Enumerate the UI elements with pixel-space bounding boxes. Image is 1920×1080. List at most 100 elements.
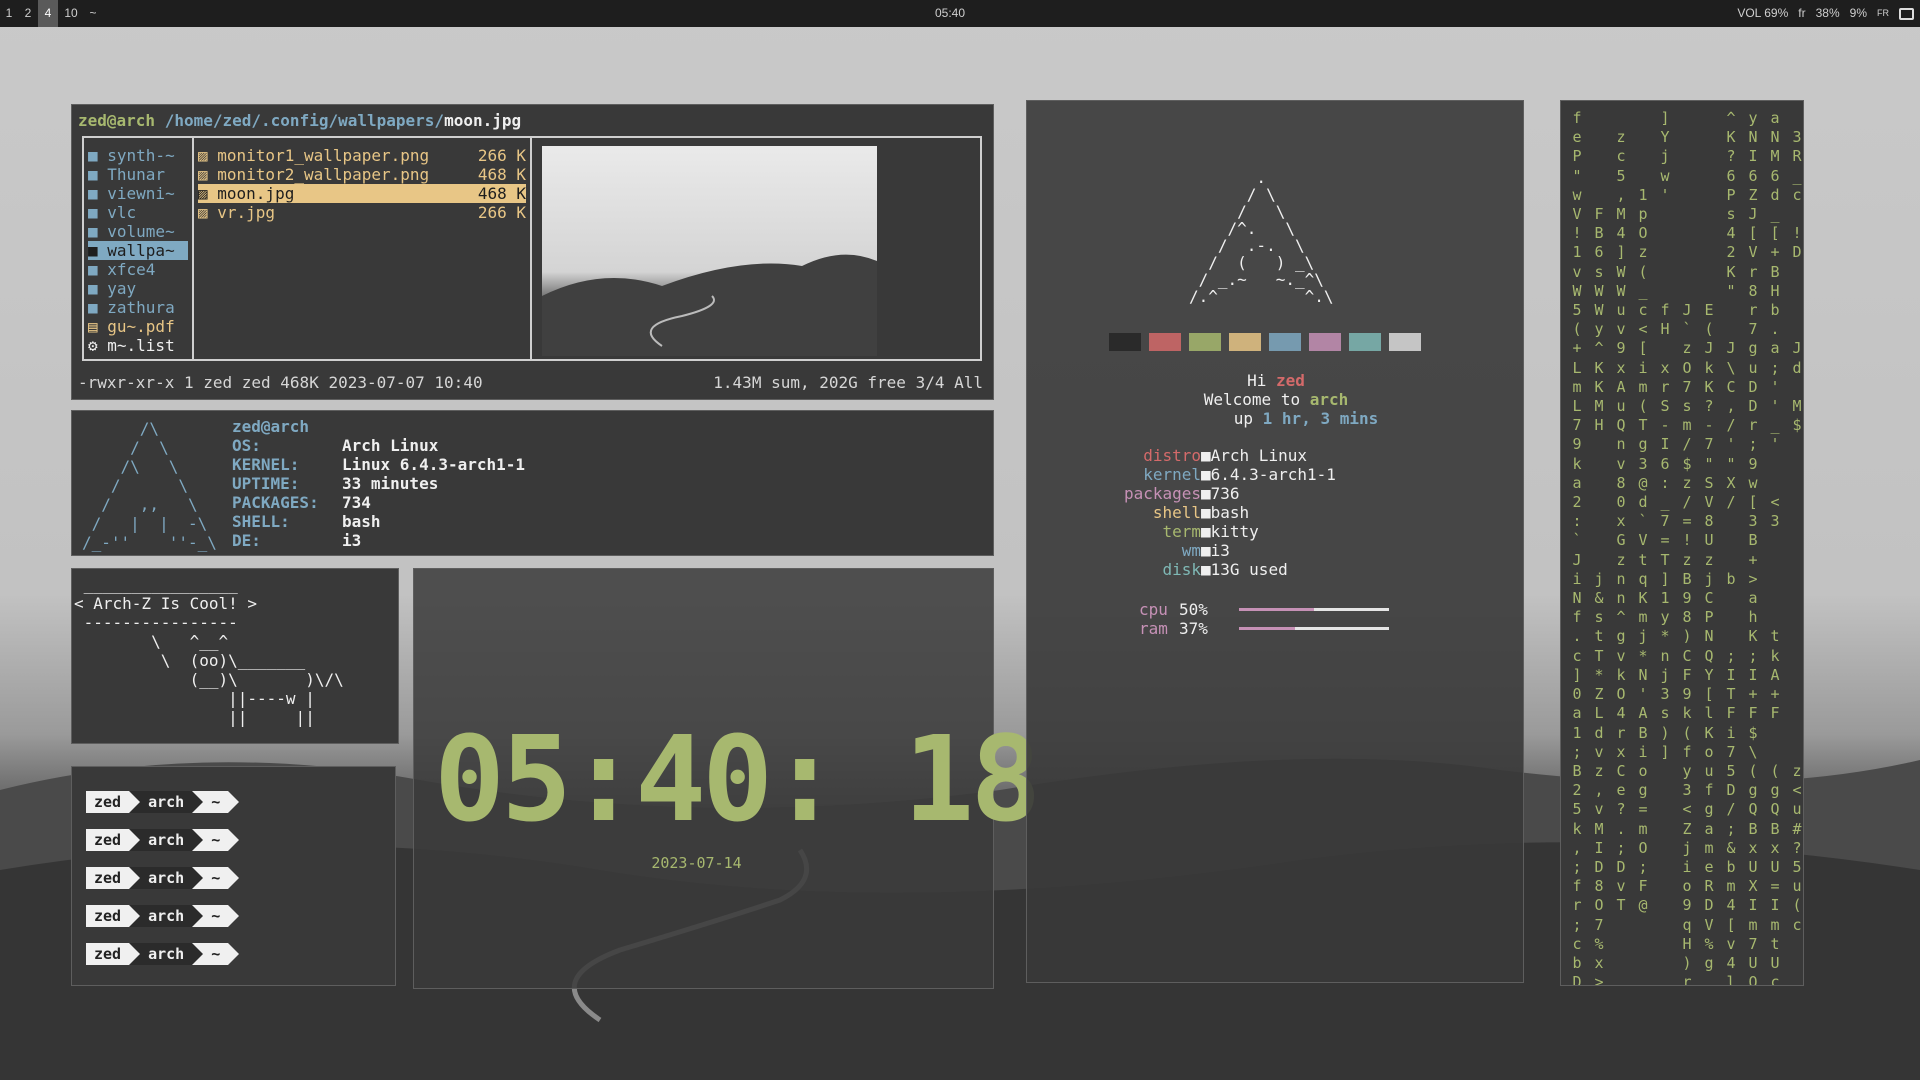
fetch-greeting: Hi zed Welcome to arch up 1 hr, 3 mins (1203, 371, 1379, 428)
fetch-info-value: bash (1210, 503, 1250, 522)
workspace-4[interactable]: 4 (38, 0, 58, 27)
dir-item[interactable]: ■ volume~ (88, 222, 188, 241)
fm-columns: ■ synth-~ ■ Thunar ■ viewni~ ■ vlc ■ vol… (82, 136, 982, 361)
volume-indicator[interactable]: VOL 69% (1737, 0, 1788, 27)
palette-swatch (1229, 333, 1261, 351)
status-area: VOL 69% fr 38% 9% FR (1737, 0, 1914, 27)
fetch-info-value: 13G used (1210, 560, 1288, 579)
neofetch-window[interactable]: /\ / \ /\ \ / \ / ,, \ / | | -\ /_-'' ''… (71, 410, 994, 556)
file-item[interactable]: ▤ gu~.pdf (88, 317, 188, 336)
fetch-info-key: disk (1162, 560, 1201, 579)
dir-item[interactable]: ■ synth-~ (88, 146, 188, 165)
workspace-1[interactable]: 1 (0, 0, 18, 27)
matrix-column: 1 p O z ( _ c < [ i m ( T g 3 @ d ` V t … (1638, 185, 1648, 915)
matrix-column: a N M 6 d _ [ + B H b . a ; ' ' _ ' < 3 … (1770, 109, 1780, 986)
fetch-info-value: kitty (1210, 522, 1259, 541)
fetch-info-row: term ■ kitty (1087, 522, 1336, 541)
fetch-info-value: Arch Linux (1210, 446, 1307, 465)
fetch-info-row: distro ■ Arch Linux (1087, 446, 1336, 465)
fetch-info-row: shell ■ bash (1087, 503, 1336, 522)
ram-bar (1239, 627, 1389, 630)
fm-path: zed@arch /home/zed/.config/wallpapers/mo… (78, 111, 522, 130)
cowsay-text: ________________ < Arch-Z Is Cool! > ---… (74, 575, 344, 727)
matrix-column: J ` z O 7 s m / $ z / = ! z B 9 8 ) C F … (1682, 301, 1692, 986)
big-clock-date: 2023-07-14 (651, 854, 742, 872)
bullet-square-icon: ■ (1201, 560, 1211, 579)
fetch-info-row: wm ■ i3 (1087, 541, 1336, 560)
cowsay-window[interactable]: ________________ < Arch-Z Is Cool! > ---… (71, 568, 399, 744)
fetch-info-row: disk ■ 13G used (1087, 560, 1336, 579)
palette-swatch (1269, 333, 1301, 351)
dir-item[interactable]: ■ xfce4 (88, 260, 188, 279)
workspace-home[interactable]: ~ (84, 0, 102, 27)
cpu-bar (1239, 608, 1389, 611)
bullet-square-icon: ■ (1201, 465, 1211, 484)
fetch-info-value: i3 (1210, 541, 1230, 560)
matrix-column: ^ K ? 6 P s 4 2 K " J \ C , / ' " X / b … (1726, 109, 1736, 986)
palette-swatch (1349, 333, 1381, 351)
prompt-line: zed arch ~ (86, 791, 240, 813)
bullet-square-icon: ■ (1201, 522, 1211, 541)
fetch-info-value: 6.4.3-arch1-1 (1210, 465, 1336, 484)
fetch-info-value: 736 (1210, 484, 1240, 503)
workspace-2[interactable]: 2 (18, 0, 38, 27)
prompt-line: zed arch ~ (86, 867, 240, 889)
keyboard-layout: fr (1798, 6, 1806, 20)
prompt-line: zed arch ~ (86, 905, 240, 927)
fetch-info-key: shell (1152, 503, 1201, 522)
matrix-column: y N I 6 Z J [ V r 8 r 7 g u D D r ; 9 w … (1748, 109, 1758, 986)
dir-item-selected[interactable]: ■ wallpa~ (88, 241, 188, 260)
fetch-info-key: kernel (1143, 465, 1201, 484)
palette-swatch (1309, 333, 1341, 351)
prompt-line: zed arch ~ (86, 943, 240, 965)
battery-indicator: 38% (1815, 6, 1840, 20)
arch-logo-ascii: /\ / \ /\ \ / \ / ,, \ / | | -\ /_-'' ''… (82, 419, 217, 552)
lang-indicator: FR (1877, 8, 1889, 18)
fetch-info-row: packages ■ 736 (1087, 484, 1336, 503)
bar-clock: 05:40 (935, 6, 966, 20)
matrix-column: z c 5 , M 4 ] W W u v 9 x A u Q n v 8 0 … (1616, 128, 1626, 915)
fetch-info-key: distro (1143, 446, 1201, 465)
palette-swatch (1189, 333, 1221, 351)
palette-swatch (1109, 333, 1141, 351)
fetch-window[interactable]: . / \ / \ /^. \ / .-. \ / ( ) _\ / _.~ ~… (1026, 100, 1524, 983)
fetch-info-key: term (1162, 522, 1201, 541)
fetch-info-key: packages (1123, 484, 1201, 503)
file-row[interactable]: ▨ vr.jpg 266 K (198, 203, 526, 222)
dir-item[interactable]: ■ vlc (88, 203, 188, 222)
tray-monitor-icon[interactable] (1899, 7, 1914, 20)
cmatrix-window[interactable]: f e P " w V ! 1 v W 5 ( + L m L 7 9 k a … (1560, 100, 1804, 986)
dir-item[interactable]: ■ zathura (88, 298, 188, 317)
resource-bars: cpu 50% ram 37% (1139, 600, 1389, 638)
matrix-column: f e P " w V ! 1 v W 5 ( + L m L 7 9 k a … (1572, 109, 1582, 986)
terminal-prompts-window[interactable]: zed arch ~ zed arch ~ zed arch ~ zed arc… (71, 766, 396, 986)
prompt-line: zed arch ~ (86, 829, 240, 851)
matrix-column: 3 R _ c ! D J d M $ z < u # ? 5 u ( c (1792, 128, 1802, 934)
file-manager-window[interactable]: zed@arch /home/zed/.config/wallpapers/mo… (71, 104, 994, 400)
file-row[interactable]: ▨ monitor2_wallpaper.png 468 K (198, 165, 526, 184)
top-bar: 1 2 4 10 ~ 05:40 VOL 69% fr 38% 9% FR (0, 0, 1920, 27)
fm-dir-list: ■ synth-~ ■ Thunar ■ viewni~ ■ vlc ■ vol… (84, 138, 194, 359)
fetch-info-key: wm (1181, 541, 1201, 560)
file-row[interactable]: ▨ monitor1_wallpaper.png 266 K (198, 146, 526, 165)
fm-statusline: -rwxr-xr-x 1 zed zed 468K 2023-07-07 10:… (78, 373, 983, 392)
fetch-info-list: distro ■ Arch Linux kernel ■ 6.4.3-arch1-… (1087, 446, 1336, 579)
dir-item[interactable]: ■ yay (88, 279, 188, 298)
cpu-indicator: 9% (1849, 6, 1867, 20)
dir-item[interactable]: ■ viewni~ (88, 184, 188, 203)
moon-preview-art (542, 254, 877, 356)
file-row-selected[interactable]: ▨ moon.jpg 468 K (198, 184, 526, 203)
clock-window[interactable]: 05:40: 18 2023-07-14 (413, 568, 1041, 989)
neofetch-info: zed@arch OS: Arch Linux KERNEL: Linux 6.4.… (232, 417, 526, 550)
file-item[interactable]: ⚙ m~.list (88, 336, 188, 355)
image-preview (542, 146, 877, 356)
palette-swatch (1149, 333, 1181, 351)
matrix-column: F B 6 s W W y ^ K K M H j & s t T * Z L … (1594, 205, 1604, 986)
bullet-square-icon: ■ (1201, 484, 1211, 503)
dir-item[interactable]: ■ Thunar (88, 165, 188, 184)
fm-file-list: ▨ monitor1_wallpaper.png 266 K ▨ monitor2… (194, 138, 532, 359)
bullet-square-icon: ■ (1201, 541, 1211, 560)
workspace-10[interactable]: 10 (58, 0, 84, 27)
matrix-column: ] Y j w ' f H x r S - I 6 : _ 7 = T ] 1 … (1660, 109, 1670, 761)
big-clock-time: 05:40: 18 (434, 710, 1041, 848)
